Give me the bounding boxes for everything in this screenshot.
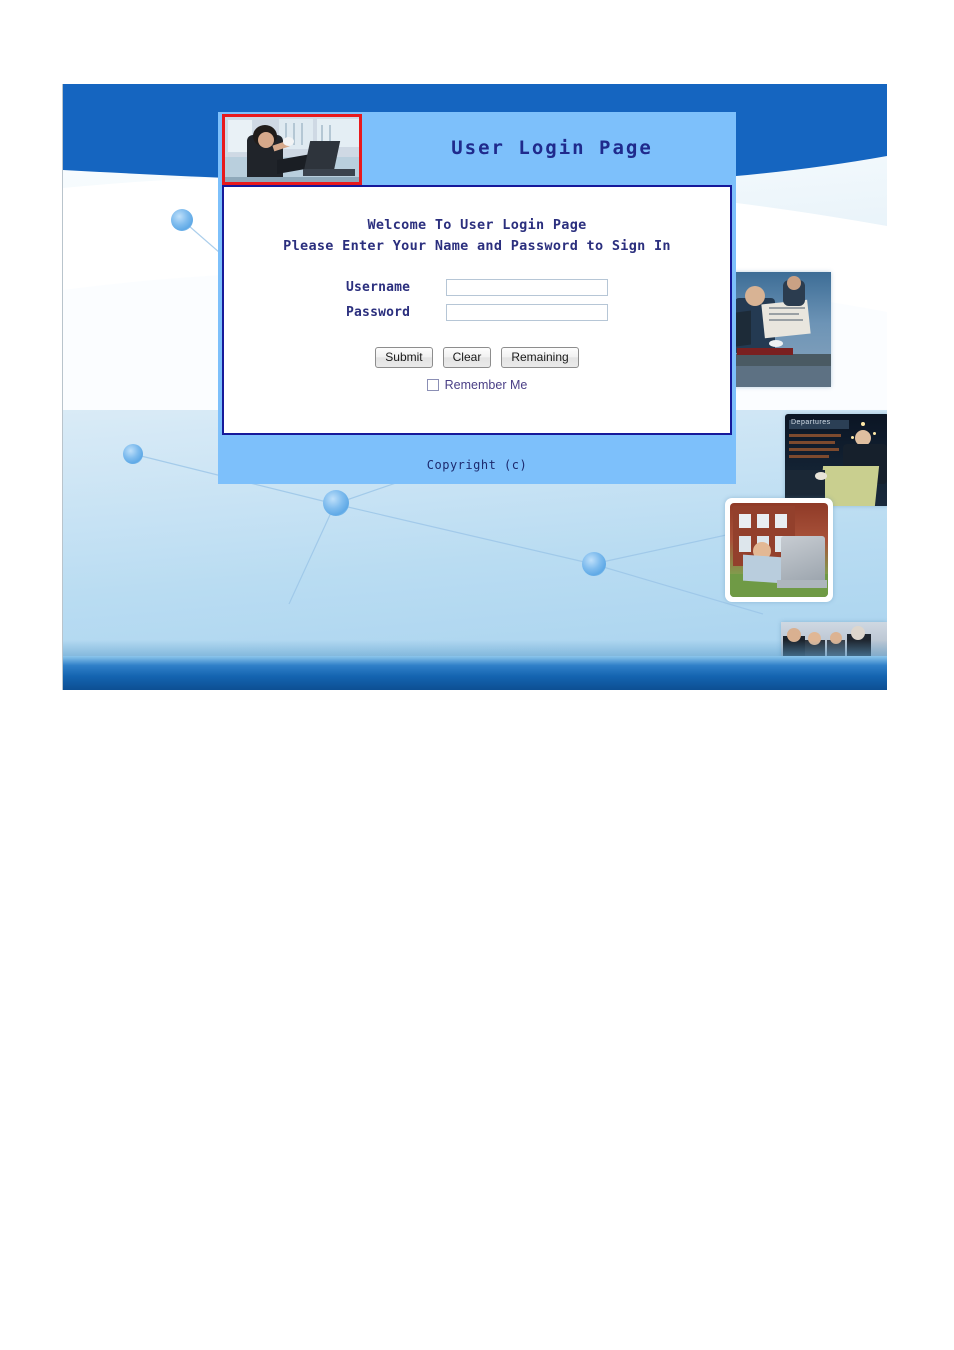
- web-page-canvas: Departures User Login Page Welcome To Us…: [62, 84, 887, 690]
- network-node: [323, 490, 349, 516]
- network-node: [171, 209, 193, 231]
- photo-student-campus: [725, 498, 833, 602]
- welcome-line-2: Please Enter Your Name and Password to S…: [283, 238, 671, 254]
- header-photo-thumbnail: [222, 114, 362, 185]
- page-title: User Login Page: [451, 137, 653, 159]
- remember-me-label: Remember Me: [444, 378, 528, 392]
- submit-button[interactable]: Submit: [375, 347, 433, 368]
- username-label: Username: [346, 280, 411, 295]
- password-input[interactable]: [446, 304, 608, 321]
- remaining-button[interactable]: Remaining: [501, 347, 579, 368]
- welcome-message: Welcome To User Login Page Please Enter …: [224, 215, 730, 257]
- network-node: [582, 552, 606, 576]
- screenshot-root: Departures User Login Page Welcome To Us…: [0, 0, 954, 1350]
- username-input[interactable]: [446, 279, 608, 296]
- remember-me-row: Remember Me: [224, 378, 730, 392]
- password-label: Password: [346, 305, 411, 320]
- login-form: Welcome To User Login Page Please Enter …: [222, 185, 732, 435]
- login-panel: User Login Page Welcome To User Login Pa…: [218, 112, 736, 484]
- credential-fields: Username Password: [224, 279, 730, 321]
- copyright-text: Copyright (c): [426, 458, 528, 472]
- photo-airport-departures: Departures: [785, 414, 887, 506]
- network-node: [123, 444, 143, 464]
- remember-me-checkbox[interactable]: [426, 379, 439, 391]
- panel-header: User Login Page: [218, 112, 736, 185]
- username-row: Username: [346, 279, 608, 296]
- password-row: Password: [346, 304, 608, 321]
- footer-bar: [63, 656, 887, 690]
- footer-bar-shadow: [63, 640, 887, 656]
- welcome-line-1: Welcome To User Login Page: [367, 217, 587, 233]
- form-actions: Submit Clear Remaining: [224, 347, 730, 368]
- clear-button[interactable]: Clear: [442, 347, 492, 368]
- photo-businessman-newspaper: [729, 272, 831, 387]
